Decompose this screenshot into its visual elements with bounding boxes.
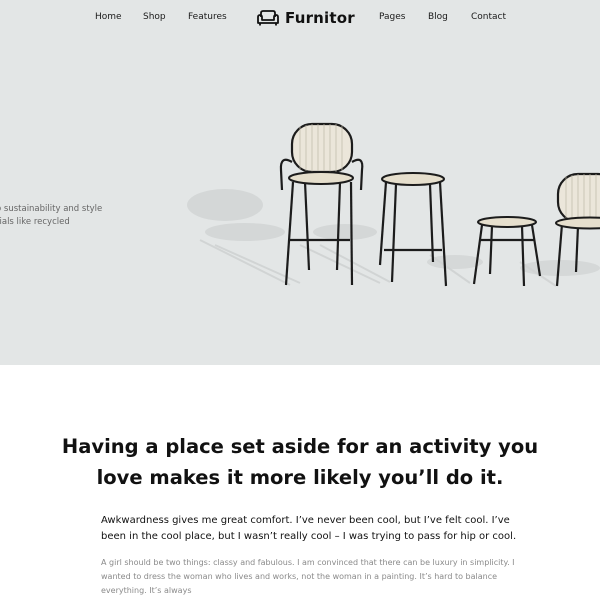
brand-name: Furnitor [285,9,355,27]
nav-contact-link[interactable]: Contact [471,12,506,22]
nav-pages-link[interactable]: Pages [379,12,405,22]
nav-shop-link[interactable]: Shop [143,12,166,22]
main-nav: Home Shop Features Furnitor Pages Blog C… [0,0,600,36]
nav-features-link[interactable]: Features [188,12,227,22]
nav-home-link[interactable]: Home [95,12,122,22]
hero-chairs-image [187,122,600,287]
headline-line-2: love makes it more likely you’ll do it. [96,466,504,489]
brand-logo[interactable]: Furnitor [256,6,355,30]
hero-text-line-1: o sustainability and style [0,204,103,214]
intro-paragraph: Awkwardness gives me great comfort. I’ve… [101,515,517,542]
hero-banner: Home Shop Features Furnitor Pages Blog C… [0,0,600,365]
headline-line-1: Having a place set aside for an activity… [61,435,539,458]
sofa-icon [257,10,279,26]
nav-blog-link[interactable]: Blog [428,12,448,22]
hero-text-line-2: rials like recycled [0,217,70,227]
body-paragraph: A girl should be two things: classy and … [101,558,515,595]
section-headline: Having a place set aside for an activity… [0,431,600,493]
